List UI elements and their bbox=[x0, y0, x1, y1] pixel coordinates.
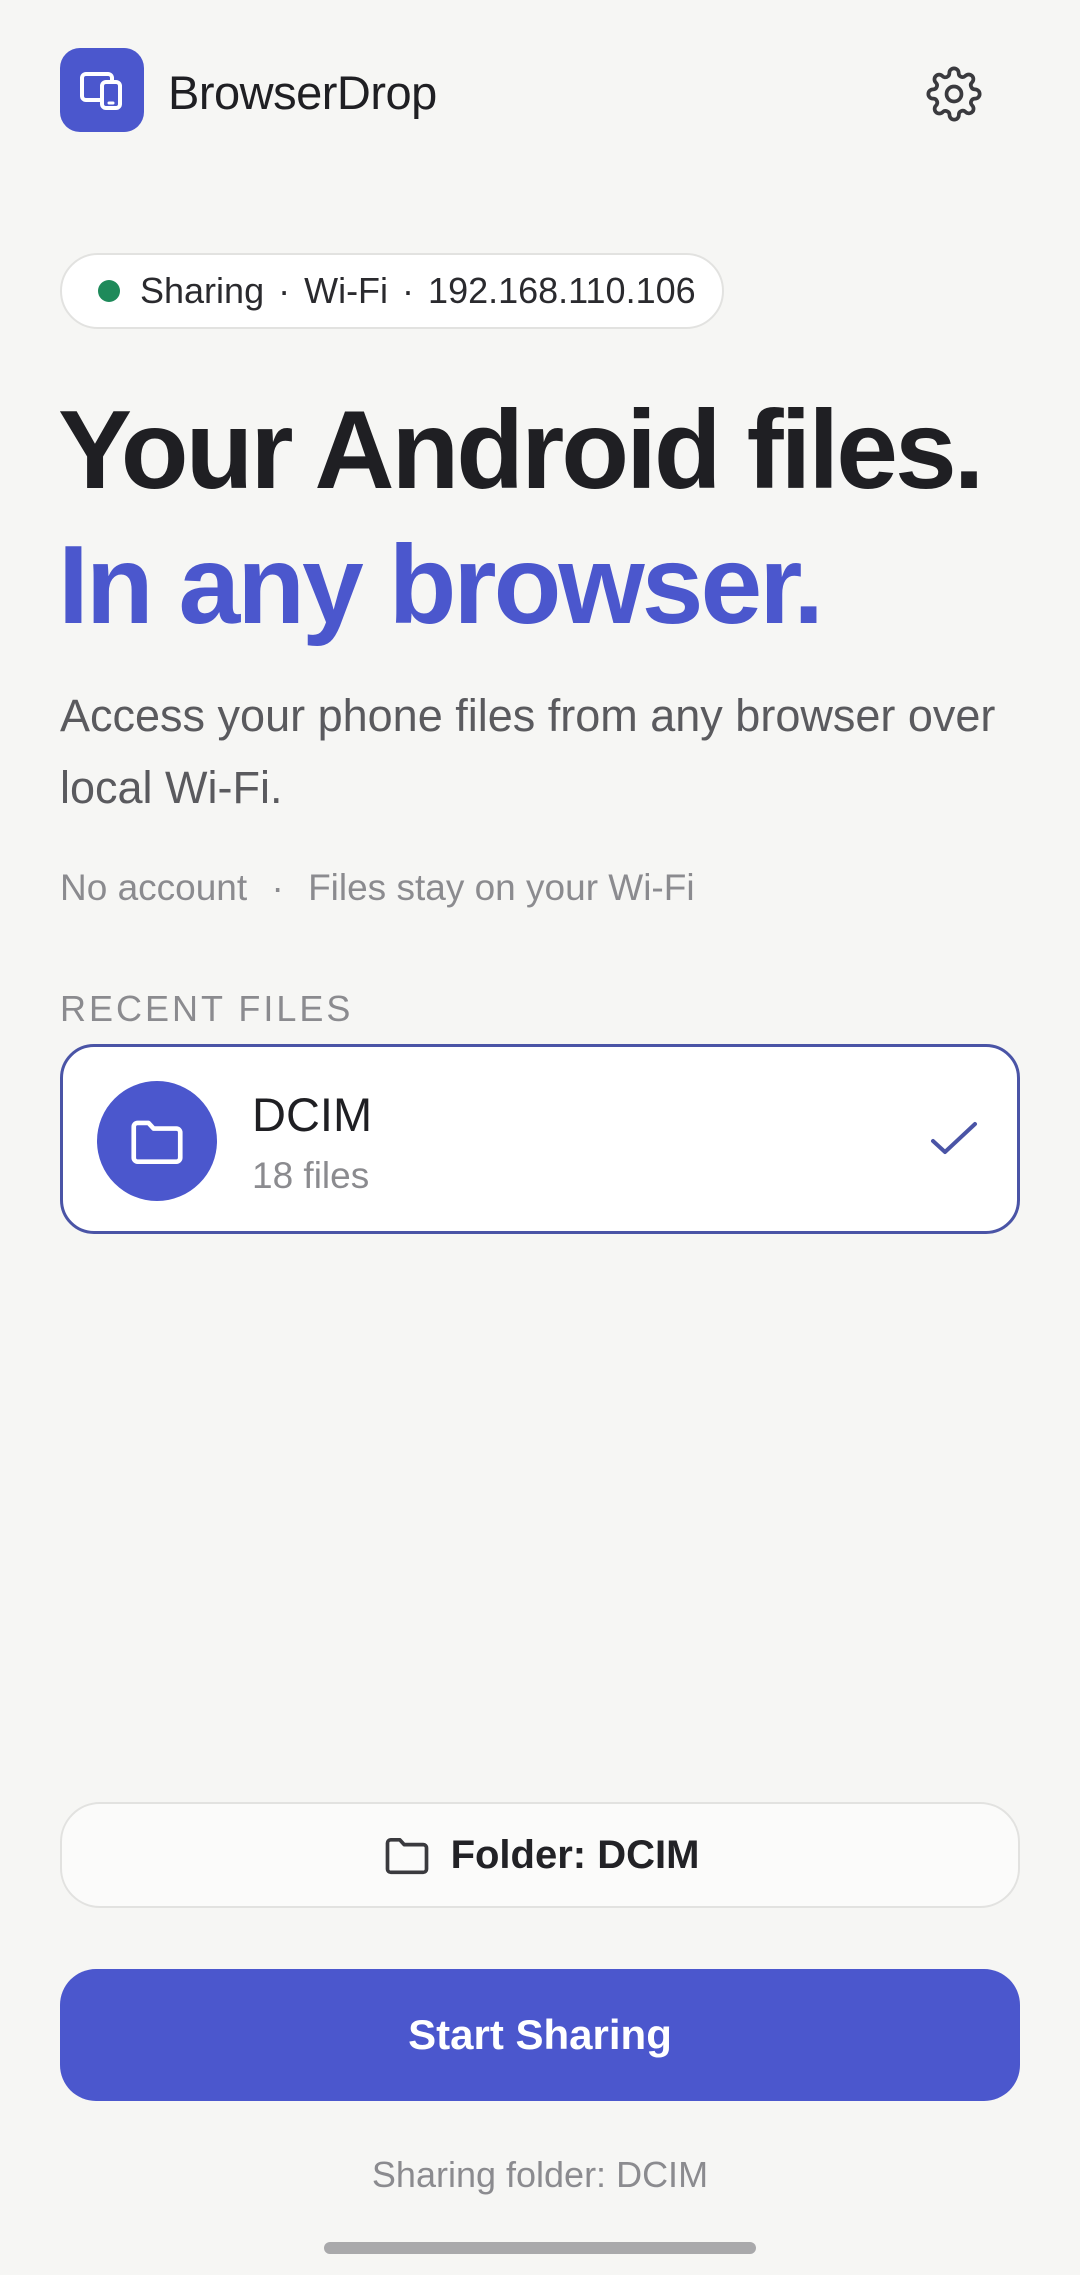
folder-select-button[interactable]: Folder: DCIM bbox=[60, 1802, 1020, 1908]
folder-icon bbox=[131, 1120, 183, 1164]
status-separator: · bbox=[278, 270, 291, 311]
sharing-status-badge: Sharing · Wi-Fi · 192.168.110.106 bbox=[60, 253, 724, 329]
privacy-note-account: No account bbox=[60, 867, 248, 908]
headline-accent: In any browser. bbox=[58, 523, 824, 647]
folder-select-label: Folder: DCIM bbox=[450, 1832, 700, 1877]
sharing-folder-caption: Sharing folder: DCIM bbox=[371, 2154, 709, 2195]
headline-primary: Your Android files. bbox=[58, 388, 985, 512]
recent-file-item-dcim[interactable]: DCIM 18 files bbox=[60, 1044, 1020, 1234]
home-indicator[interactable] bbox=[324, 2242, 756, 2254]
checkmark-icon bbox=[931, 1122, 977, 1154]
file-item-name: DCIM bbox=[252, 1088, 373, 1141]
recent-files-heading: RECENT FILES bbox=[60, 988, 354, 1029]
folder-avatar bbox=[97, 1081, 217, 1201]
privacy-note: No account · Files stay on your Wi-Fi bbox=[60, 860, 695, 916]
app-title: BrowserDrop bbox=[168, 66, 437, 119]
start-sharing-button[interactable]: Start Sharing bbox=[60, 1969, 1020, 2101]
privacy-note-separator: · bbox=[271, 867, 284, 908]
settings-button[interactable] bbox=[918, 58, 990, 130]
gear-icon bbox=[926, 66, 982, 122]
devices-icon bbox=[80, 72, 122, 110]
folder-icon bbox=[381, 1829, 433, 1881]
status-separator: · bbox=[402, 270, 415, 311]
status-dot-icon bbox=[98, 280, 120, 302]
status-network: Wi-Fi bbox=[304, 270, 389, 311]
privacy-note-wifi: Files stay on your Wi-Fi bbox=[308, 867, 695, 908]
status-state: Sharing bbox=[140, 270, 265, 311]
app-logo bbox=[60, 48, 144, 132]
file-item-count: 18 files bbox=[252, 1155, 370, 1196]
status-ip-address: 192.168.110.106 bbox=[428, 270, 696, 311]
hero-subtitle: Access your phone files from any browser… bbox=[60, 690, 996, 813]
